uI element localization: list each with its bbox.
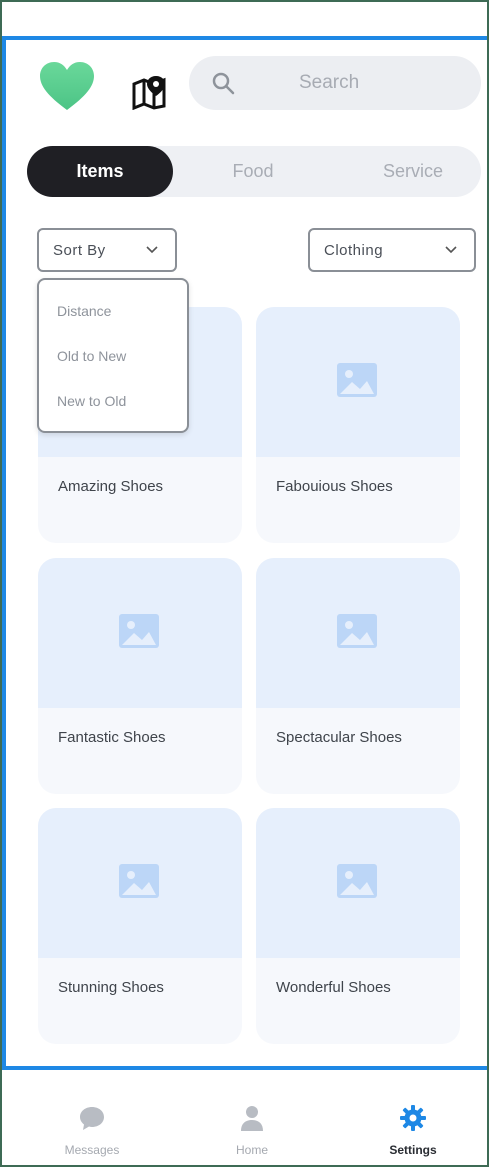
- person-icon: [241, 1106, 263, 1131]
- sort-by-select[interactable]: Sort By: [37, 228, 177, 272]
- tab-items[interactable]: Items: [27, 146, 173, 197]
- gear-icon: [400, 1105, 426, 1131]
- product-title: Stunning Shoes: [58, 979, 164, 996]
- image-placeholder-icon: [119, 864, 159, 898]
- product-card[interactable]: Spectacular Shoes: [256, 558, 460, 794]
- image-placeholder-icon: [337, 363, 377, 397]
- chevron-down-icon: [445, 246, 457, 254]
- product-title: Amazing Shoes: [58, 478, 164, 495]
- search-placeholder: Search: [299, 72, 360, 93]
- sort-option-old-to-new[interactable]: Old to New: [57, 348, 126, 364]
- sort-by-label: Sort By: [53, 242, 106, 259]
- tab-food[interactable]: Food: [193, 146, 313, 197]
- bottom-nav: Messages Home Settings: [2, 1073, 487, 1165]
- product-image: [256, 808, 460, 958]
- product-image: [38, 808, 242, 958]
- product-card[interactable]: Fabouious Shoes: [256, 307, 460, 543]
- nav-messages[interactable]: Messages: [32, 1073, 152, 1165]
- product-image: [38, 558, 242, 708]
- chat-bubble-icon: [80, 1107, 104, 1130]
- product-image: [256, 558, 460, 708]
- image-placeholder-icon: [337, 864, 377, 898]
- tab-service[interactable]: Service: [347, 146, 479, 197]
- search-icon: [212, 72, 235, 95]
- category-tabs: Items Food Service: [27, 146, 481, 197]
- map-pin-icon[interactable]: [130, 74, 168, 110]
- nav-settings[interactable]: Settings: [353, 1073, 473, 1165]
- chevron-down-icon: [146, 246, 158, 254]
- sort-option-new-to-old[interactable]: New to Old: [57, 393, 126, 409]
- nav-messages-label: Messages: [64, 1143, 120, 1157]
- product-card[interactable]: Fantastic Shoes: [38, 558, 242, 794]
- sort-dropdown-menu: Distance Old to New New to Old: [37, 278, 189, 433]
- heart-icon[interactable]: [38, 60, 96, 112]
- product-title: Wonderful Shoes: [276, 979, 391, 996]
- nav-home-label: Home: [235, 1143, 268, 1157]
- search-bar[interactable]: Search: [189, 56, 481, 110]
- product-title: Spectacular Shoes: [276, 729, 402, 746]
- product-title: Fantastic Shoes: [58, 729, 166, 746]
- product-title: Fabouious Shoes: [276, 478, 393, 495]
- category-select[interactable]: Clothing: [308, 228, 476, 272]
- category-label: Clothing: [324, 242, 384, 259]
- nav-settings-label: Settings: [389, 1143, 437, 1157]
- sort-option-distance[interactable]: Distance: [57, 303, 111, 319]
- image-placeholder-icon: [119, 614, 159, 648]
- product-card[interactable]: Wonderful Shoes: [256, 808, 460, 1044]
- image-placeholder-icon: [337, 614, 377, 648]
- product-card[interactable]: Stunning Shoes: [38, 808, 242, 1044]
- product-image: [256, 307, 460, 457]
- app-screen: Search Items Food Service Sort By Clothi…: [2, 2, 487, 1165]
- nav-home[interactable]: Home: [192, 1073, 312, 1165]
